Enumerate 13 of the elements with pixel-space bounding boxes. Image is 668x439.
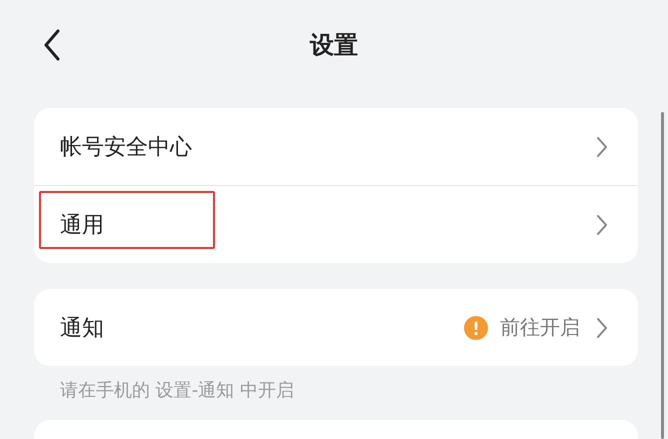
chevron-right-icon [596, 136, 608, 158]
settings-row[interactable]: 帐号安全中心 [34, 108, 638, 185]
status-text: 前往开启 [500, 314, 580, 341]
settings-row[interactable]: 通知 前往开启 [34, 289, 638, 366]
page-title: 设置 [310, 30, 358, 61]
back-icon[interactable] [43, 29, 61, 61]
row-label: 通知 [60, 314, 105, 342]
row-label: 通用 [60, 212, 105, 240]
settings-row[interactable]: 通用 [34, 185, 638, 263]
row-label: 帐号安全中心 [60, 134, 193, 162]
chevron-right-icon [596, 214, 608, 236]
chevron-right-icon [596, 316, 608, 338]
hint-text: 请在手机的 设置-通知 中开启 [59, 379, 295, 402]
